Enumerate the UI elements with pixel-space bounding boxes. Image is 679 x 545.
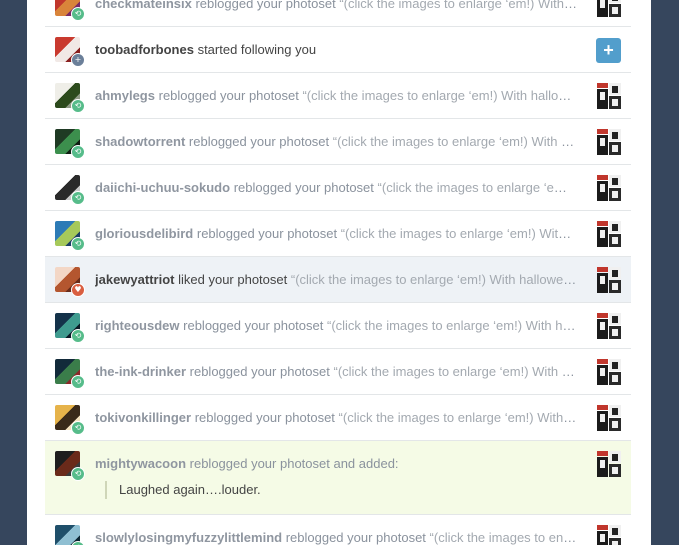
notification-row[interactable]: ⟲ tokivonkillinger reblogged your photose… <box>45 395 631 441</box>
username-link[interactable]: mightywacoon <box>95 456 186 471</box>
notification-text: daiichi-uchuu-sokudo reblogged your phot… <box>95 165 577 211</box>
notification-action: reblogged your photoset <box>285 530 426 545</box>
notification-action: reblogged your photoset <box>196 226 338 241</box>
notification-row[interactable]: ♥ jakewyattriot liked your photoset “(cli… <box>45 257 631 303</box>
notification-row[interactable]: ⟲ checkmateinsix reblogged your photoset … <box>45 0 631 27</box>
username-link[interactable]: slowlylosingmyfuzzylittlemind <box>95 530 282 545</box>
notification-text: toobadforbones started following you <box>95 27 577 73</box>
username-link[interactable]: righteousdew <box>95 318 180 333</box>
notification-text: jakewyattriot liked your photoset “(clic… <box>95 257 577 303</box>
notification-action: reblogged your photoset and added: <box>189 456 399 471</box>
notification-action: reblogged your photoset <box>158 88 299 103</box>
activity-panel: ⟲ checkmateinsix reblogged your photoset … <box>27 0 651 545</box>
notification-action: liked your photoset <box>178 272 288 287</box>
reblog-badge-icon: ⟲ <box>71 7 85 21</box>
notification-action: reblogged your photoset <box>195 0 336 11</box>
username-link[interactable]: checkmateinsix <box>95 0 192 11</box>
like-badge-icon: ♥ <box>71 283 85 297</box>
notification-row[interactable]: ⟲ the-ink-drinker reblogged your photoset… <box>45 349 631 395</box>
notification-action: reblogged your photoset <box>233 180 374 195</box>
post-excerpt: “(click the images to enlarge ‘em!) With… <box>290 272 577 287</box>
photoset-thumbnail[interactable] <box>597 0 621 17</box>
follow-badge-icon: + <box>71 53 85 67</box>
reblog-badge-icon: ⟲ <box>71 467 85 481</box>
username-link[interactable]: tokivonkillinger <box>95 410 191 425</box>
reblog-badge-icon: ⟲ <box>71 145 85 159</box>
added-comment: Laughed again….louder. <box>105 481 261 499</box>
username-link[interactable]: shadowtorrent <box>95 134 185 149</box>
reblog-badge-icon: ⟲ <box>71 541 85 545</box>
post-excerpt: “(click the images to enlarge ‘em!) With… <box>338 410 577 425</box>
photoset-thumbnail[interactable] <box>597 129 621 155</box>
username-link[interactable]: toobadforbones <box>95 42 194 57</box>
post-excerpt: “(click the images to enlarge ‘em!) With… <box>429 530 577 545</box>
username-link[interactable]: ahmylegs <box>95 88 155 103</box>
notification-row[interactable]: ⟲ righteousdew reblogged your photoset “(… <box>45 303 631 349</box>
photoset-thumbnail[interactable] <box>597 451 621 477</box>
post-excerpt: “(click the images to enlarge ‘em!) With… <box>377 180 577 195</box>
notification-text: tokivonkillinger reblogged your photoset… <box>95 395 577 441</box>
notification-row[interactable]: ⟲ daiichi-uchuu-sokudo reblogged your pho… <box>45 165 631 211</box>
reblog-badge-icon: ⟲ <box>71 99 85 113</box>
username-link[interactable]: daiichi-uchuu-sokudo <box>95 180 230 195</box>
notification-text: shadowtorrent reblogged your photoset “(… <box>95 119 577 165</box>
post-excerpt: “(click the images to enlarge ‘em!) With… <box>326 318 577 333</box>
username-link[interactable]: gloriousdelibird <box>95 226 193 241</box>
photoset-thumbnail[interactable] <box>597 175 621 201</box>
notification-row[interactable]: + toobadforbones started following you + <box>45 27 631 73</box>
notification-row[interactable]: ⟲ slowlylosingmyfuzzylittlemind reblogged… <box>45 515 631 545</box>
username-link[interactable]: jakewyattriot <box>95 272 174 287</box>
post-excerpt: “(click the images to enlarge ‘em!) With… <box>332 134 577 149</box>
username-link[interactable]: the-ink-drinker <box>95 364 186 379</box>
notification-action: started following you <box>197 42 317 57</box>
reblog-badge-icon: ⟲ <box>71 237 85 251</box>
notification-action: reblogged your photoset <box>189 364 330 379</box>
notification-list: ⟲ checkmateinsix reblogged your photoset … <box>45 0 631 545</box>
notification-text: checkmateinsix reblogged your photoset “… <box>95 0 577 27</box>
photoset-thumbnail[interactable] <box>597 221 621 247</box>
notification-text: righteousdew reblogged your photoset “(c… <box>95 303 577 349</box>
notification-text: the-ink-drinker reblogged your photoset … <box>95 349 577 395</box>
photoset-thumbnail[interactable] <box>597 525 621 545</box>
follow-back-button[interactable]: + <box>596 38 621 63</box>
reblog-badge-icon: ⟲ <box>71 421 85 435</box>
photoset-thumbnail[interactable] <box>597 83 621 109</box>
notification-action: reblogged your photoset <box>188 134 330 149</box>
photoset-thumbnail[interactable] <box>597 313 621 339</box>
notification-text: gloriousdelibird reblogged your photoset… <box>95 211 577 257</box>
notification-row[interactable]: ⟲ mightywacoon reblogged your photoset an… <box>45 441 631 515</box>
notification-action: reblogged your photoset <box>194 410 335 425</box>
notification-text: slowlylosingmyfuzzylittlemind reblogged … <box>95 515 577 545</box>
notification-row[interactable]: ⟲ gloriousdelibird reblogged your photose… <box>45 211 631 257</box>
reblog-badge-icon: ⟲ <box>71 191 85 205</box>
photoset-thumbnail[interactable] <box>597 405 621 431</box>
notification-action: reblogged your photoset <box>183 318 324 333</box>
notification-text: ahmylegs reblogged your photoset “(click… <box>95 73 577 119</box>
post-excerpt: “(click the images to enlarge ‘em!) With… <box>302 88 577 103</box>
notification-row[interactable]: ⟲ ahmylegs reblogged your photoset “(clic… <box>45 73 631 119</box>
post-excerpt: “(click the images to enlarge ‘em!) With… <box>339 0 577 11</box>
reblog-badge-icon: ⟲ <box>71 329 85 343</box>
post-excerpt: “(click the images to enlarge ‘em!) With… <box>333 364 577 379</box>
post-excerpt: “(click the images to enlarge ‘em!) With… <box>340 226 577 241</box>
photoset-thumbnail[interactable] <box>597 267 621 293</box>
notification-row[interactable]: ⟲ shadowtorrent reblogged your photoset “… <box>45 119 631 165</box>
reblog-badge-icon: ⟲ <box>71 375 85 389</box>
photoset-thumbnail[interactable] <box>597 359 621 385</box>
